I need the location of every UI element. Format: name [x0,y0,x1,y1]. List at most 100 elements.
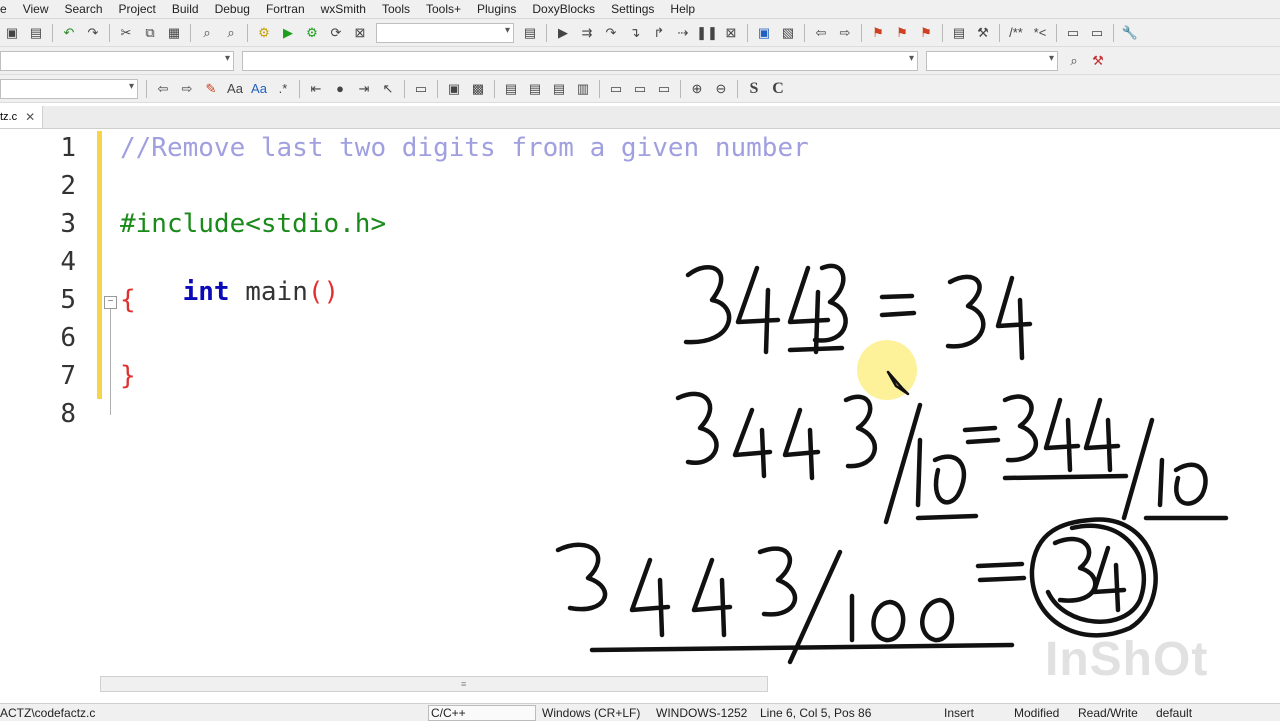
replace-icon[interactable]: ⌕ [221,23,241,43]
layout-1-icon[interactable]: ▤ [501,79,521,99]
frame-2-icon[interactable]: ▭ [630,79,650,99]
rectangle-icon[interactable]: ▭ [411,79,431,99]
search-icon[interactable]: ⌕ [1064,51,1084,71]
build-and-run-icon[interactable]: ⚙ [302,23,322,43]
close-icon[interactable]: ✕ [25,110,35,124]
doxywizard-icon[interactable]: ⚒ [973,23,993,43]
search-combo[interactable] [926,50,1058,71]
scope-select[interactable] [0,50,234,71]
abort-icon[interactable]: ⊠ [350,23,370,43]
build-log-icon[interactable]: ▤ [520,23,540,43]
debug-windows-icon[interactable]: ▣ [754,23,774,43]
next-instruction-icon[interactable]: ⇢ [673,23,693,43]
debug-start-icon[interactable]: ▶ [553,23,573,43]
nav-forward-icon[interactable]: ⇨ [177,79,197,99]
image-edit-icon[interactable]: ▩ [468,79,488,99]
menu-item-plugins[interactable]: Plugins [469,2,524,16]
step-forward-icon[interactable]: ⇥ [354,79,374,99]
fold-toggle-icon[interactable]: − [104,296,117,309]
bookmark-next-icon[interactable]: ⚑ [916,23,936,43]
run-icon[interactable]: ▶ [278,23,298,43]
jump-forward-icon[interactable]: ⇨ [835,23,855,43]
record-icon[interactable]: ● [330,79,350,99]
step-into-icon[interactable]: ↴ [625,23,645,43]
menu-item-project[interactable]: Project [111,2,164,16]
layout-2-icon[interactable]: ▤ [525,79,545,99]
find-icon[interactable]: ⌕ [197,23,217,43]
redo-icon[interactable]: ↷ [83,23,103,43]
regex-icon[interactable]: .* [273,79,293,99]
bookmark-toggle-icon[interactable]: ⚑ [868,23,888,43]
frame-1-icon[interactable]: ▭ [606,79,626,99]
code-line-7: } [120,361,136,391]
chm-doc-icon[interactable]: ▭ [1087,23,1107,43]
match-case-icon[interactable]: Aa [225,79,245,99]
step-out-icon[interactable]: ↱ [649,23,669,43]
bookmark-prev-icon[interactable]: ⚑ [892,23,912,43]
menu-item-edit-partial[interactable]: e [0,2,15,16]
preferences-icon[interactable]: 🔧 [1120,23,1140,43]
image-icon[interactable]: ▣ [444,79,464,99]
line-number: 7 [60,361,76,391]
menu-item-debug[interactable]: Debug [207,2,258,16]
select-pointer-icon[interactable]: ↖ [378,79,398,99]
menu-item-fortran[interactable]: Fortran [258,2,313,16]
match-word-icon[interactable]: Aa [249,79,269,99]
menu-item-settings[interactable]: Settings [603,2,662,16]
comment-line-icon[interactable]: *< [1030,23,1050,43]
cut-icon[interactable]: ✂ [116,23,136,43]
code-editor[interactable]: 1 2 3 4 5 6 7 8 − //Remove last two digi… [0,129,1280,675]
status-bar: ACTZ\codefactz.c C/C++ Windows (CR+LF) W… [0,703,1280,721]
run-to-cursor-icon[interactable]: ⇉ [577,23,597,43]
menu-item-search[interactable]: Search [56,2,110,16]
keyword-int: int [182,277,230,307]
menu-item-view[interactable]: View [15,2,57,16]
menu-item-tools[interactable]: Tools [374,2,418,16]
build-target-select[interactable] [376,22,514,43]
menu-item-tools-plus[interactable]: Tools+ [418,2,469,16]
highlighter-icon[interactable]: ✎ [201,79,221,99]
zoom-in-icon[interactable]: ⊕ [687,79,707,99]
menu-item-wxsmith[interactable]: wxSmith [313,2,374,16]
menu-item-build[interactable]: Build [164,2,207,16]
toolbar-separator [52,23,53,42]
identifier-main: main [229,277,308,307]
various-info-icon[interactable]: ▧ [778,23,798,43]
function-select[interactable] [242,50,918,71]
status-read-write: Read/Write [1078,705,1138,720]
status-modified: Modified [1014,705,1060,720]
html-doc-icon[interactable]: ▭ [1063,23,1083,43]
nav-back-icon[interactable]: ⇦ [153,79,173,99]
menu-item-help[interactable]: Help [662,2,703,16]
status-encoding: WINDOWS-1252 [656,705,748,720]
layout-3-icon[interactable]: ▤ [549,79,569,99]
rebuild-icon[interactable]: ⟳ [326,23,346,43]
s-letter-icon[interactable]: S [744,79,764,99]
horizontal-scrollbar[interactable]: ≡ [100,676,768,692]
tab-codefactz[interactable]: tz.c ✕ [0,106,43,128]
copy-icon[interactable]: ⧉ [140,23,160,43]
toolbar-separator [109,23,110,42]
next-line-icon[interactable]: ↷ [601,23,621,43]
build-icon[interactable]: ⚙ [254,23,274,43]
frame-3-icon[interactable]: ▭ [654,79,674,99]
c-letter-icon[interactable]: C [768,79,788,99]
step-back-icon[interactable]: ⇤ [306,79,326,99]
undo-icon[interactable]: ↶ [59,23,79,43]
scrollbar-grip[interactable]: ≡ [461,679,473,689]
doxyblocks-icon[interactable]: ▤ [949,23,969,43]
jump-back-icon[interactable]: ⇦ [811,23,831,43]
menu-item-doxyblocks[interactable]: DoxyBlocks [524,2,603,16]
stop-debug-icon[interactable]: ⊠ [721,23,741,43]
comment-block-icon[interactable]: /** [1006,23,1026,43]
save-all-icon[interactable]: ▤ [26,23,46,43]
paste-icon[interactable]: ▦ [164,23,184,43]
save-icon[interactable]: ▣ [2,23,22,43]
layout-4-icon[interactable]: ▥ [573,79,593,99]
pause-icon[interactable]: ❚❚ [696,23,718,43]
toolbar-separator [299,79,300,98]
search-options-icon[interactable]: ⚒ [1088,51,1108,71]
zoom-out-icon[interactable]: ⊖ [711,79,731,99]
thread-search-combo[interactable] [0,78,138,99]
toolbar-separator [190,23,191,42]
